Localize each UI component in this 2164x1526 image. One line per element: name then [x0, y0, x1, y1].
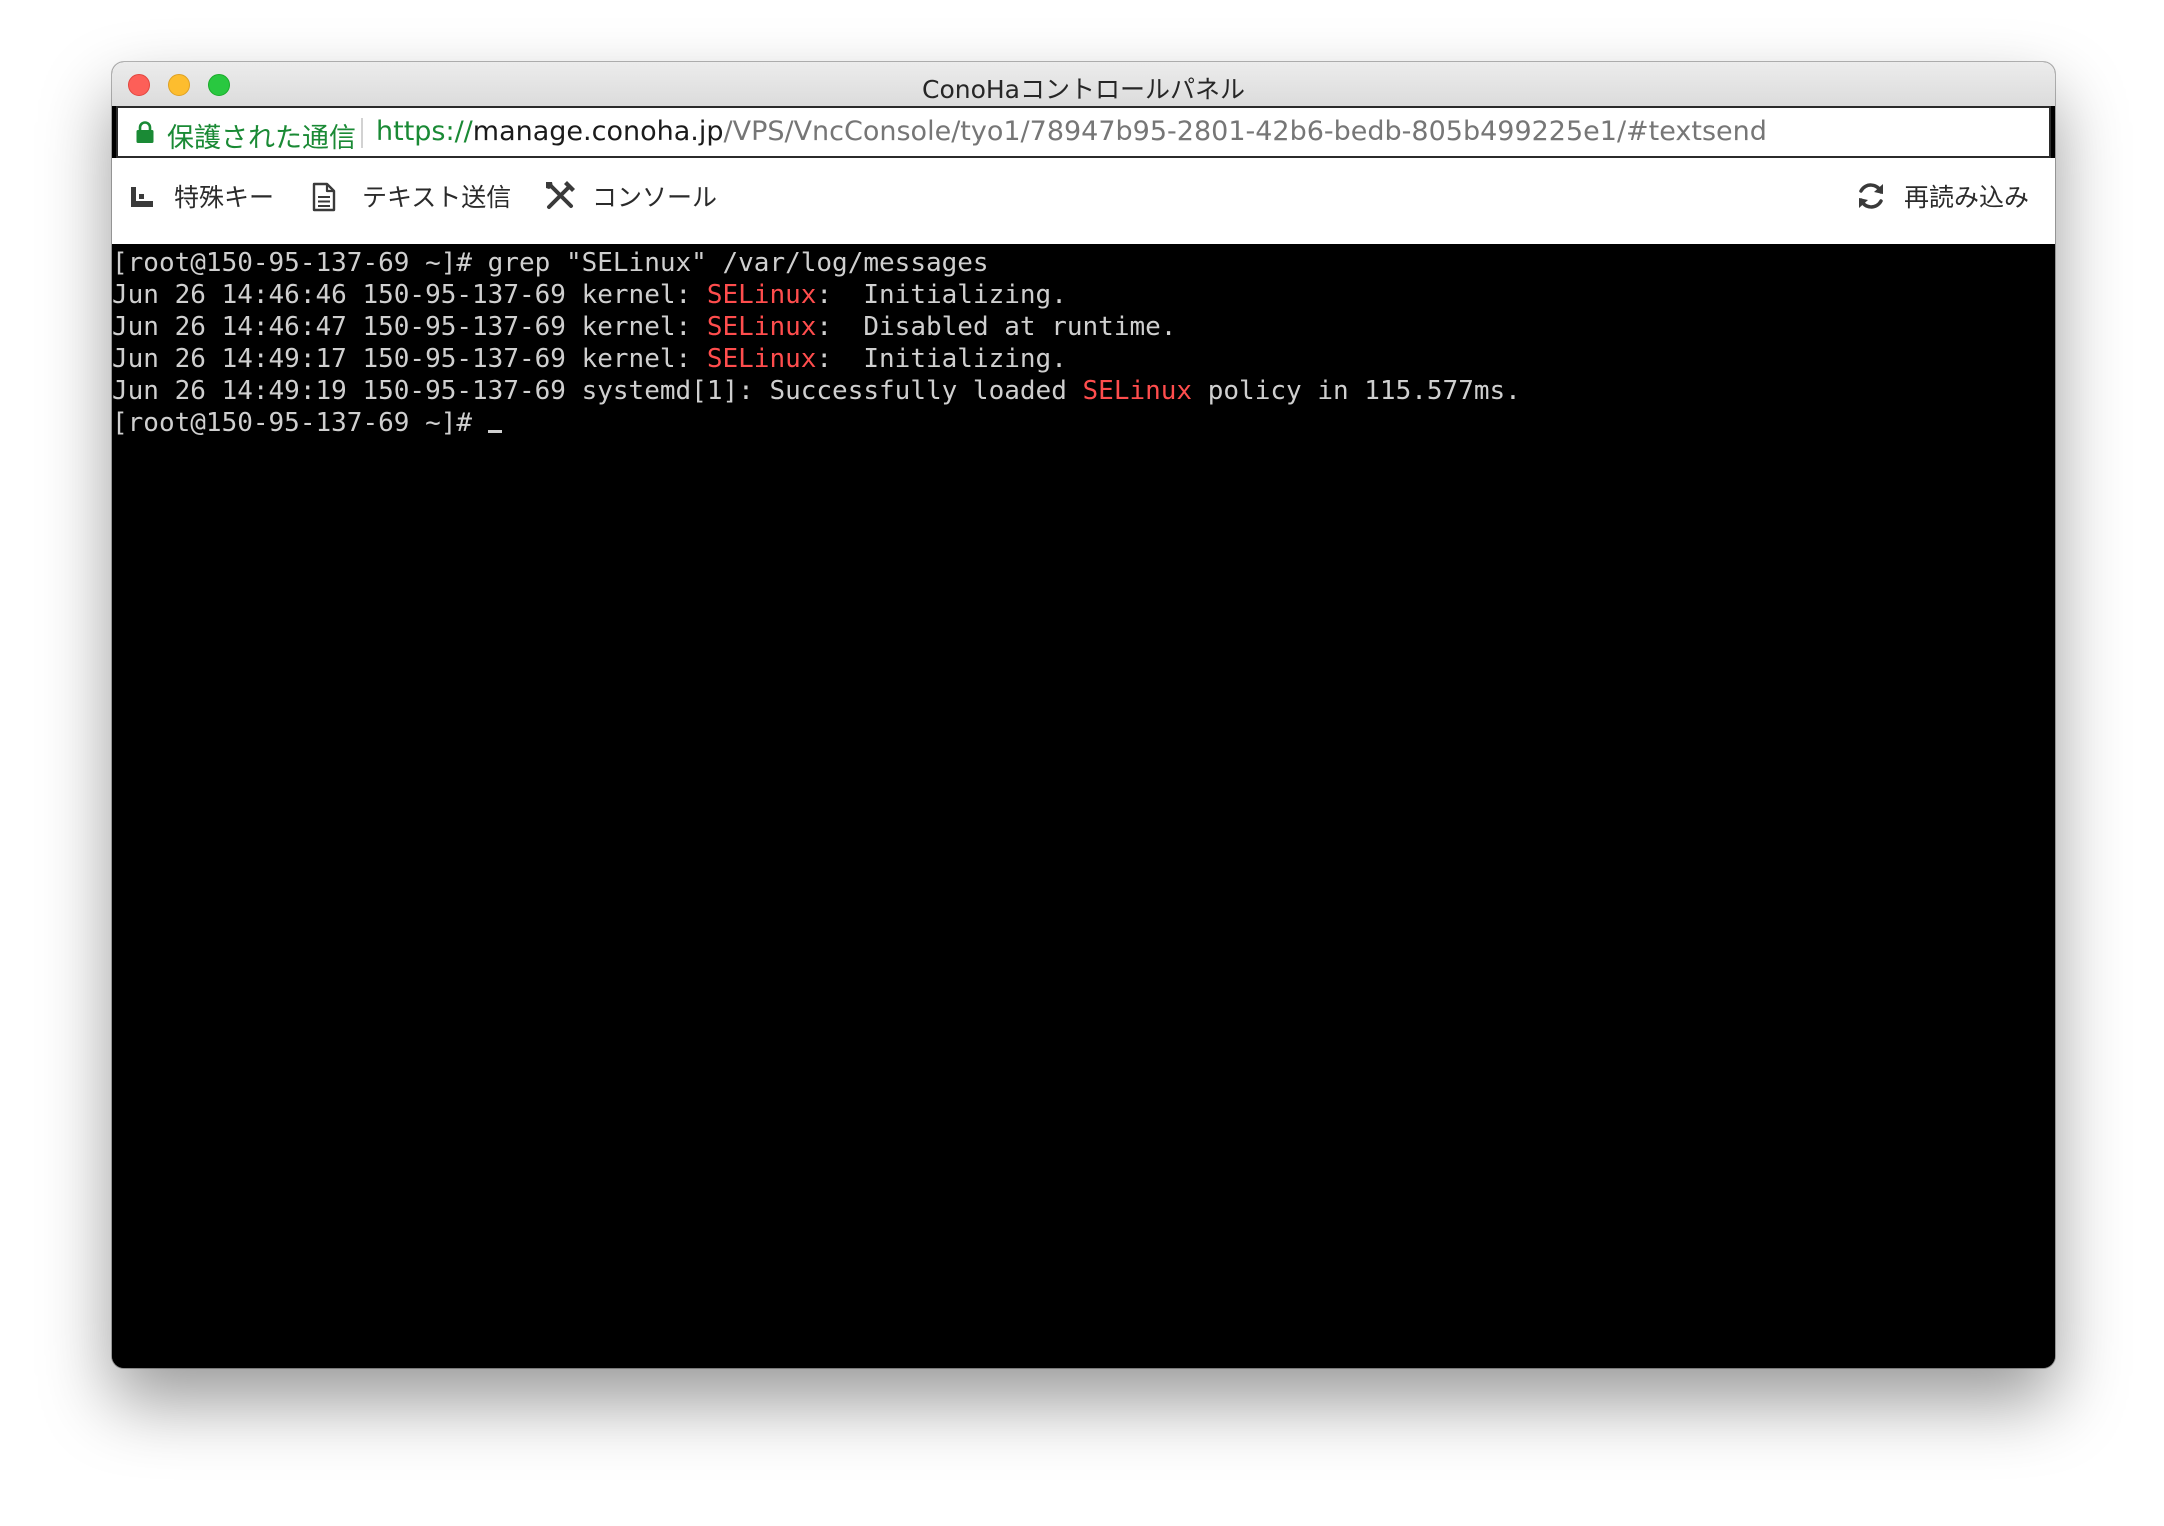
url-host: manage.conoha.jp	[472, 116, 724, 147]
send-text-button[interactable]: テキスト送信	[312, 158, 511, 238]
url-text[interactable]: https://manage.conoha.jp/VPS/VncConsole/…	[376, 116, 1767, 147]
url-path: /VPS/VncConsole/tyo1/78947b95-2801-42b6-…	[723, 116, 1767, 147]
terminal-text: Jun 26 14:49:19 150-95-137-69 systemd[1]…	[112, 376, 1083, 406]
url-scheme: https://	[376, 116, 473, 147]
terminal-cursor	[487, 430, 502, 433]
selinux-highlight: SELinux	[706, 344, 817, 374]
terminal-text: Jun 26 14:46:46 150-95-137-69 kernel:	[112, 280, 707, 310]
send-text-label: テキスト送信	[362, 183, 512, 212]
terminal-text: : Initializing.	[816, 280, 1067, 310]
console-button[interactable]: コンソール	[544, 158, 734, 238]
terminal-text: : Disabled at runtime.	[816, 312, 1177, 342]
terminal-line: Jun 26 14:46:46 150-95-137-69 kernel: SE…	[112, 279, 2055, 311]
reload-button[interactable]: 再読み込み	[1856, 158, 2041, 238]
window-title: ConoHaコントロールパネル	[921, 75, 1245, 104]
selinux-highlight: SELinux	[706, 280, 817, 310]
special-keys-label: 特殊キー	[174, 183, 275, 212]
tools-icon	[546, 181, 575, 209]
terminal-line: Jun 26 14:49:19 150-95-137-69 systemd[1]…	[112, 375, 2055, 407]
terminal-text: policy in 115.577ms.	[1192, 376, 1521, 406]
terminal-prompt: [root@150-95-137-69 ~]#	[112, 408, 488, 438]
terminal-text: Jun 26 14:49:17 150-95-137-69 kernel:	[112, 344, 707, 374]
terminal-line: Jun 26 14:49:17 150-95-137-69 kernel: SE…	[112, 343, 2055, 375]
terminal-line: [root@150-95-137-69 ~]# grep "SELinux" /…	[112, 247, 2055, 279]
address-bar[interactable]: 保護された通信 https://manage.conoha.jp/VPS/Vnc…	[116, 106, 2051, 158]
document-icon	[312, 182, 336, 212]
terminal-text: Jun 26 14:46:47 150-95-137-69 kernel:	[112, 312, 707, 342]
secure-connection-label[interactable]: 保護された通信	[167, 116, 356, 155]
address-bar-divider	[361, 118, 363, 148]
vnc-console-screen[interactable]: [root@150-95-137-69 ~]# grep "SELinux" /…	[112, 244, 2055, 1368]
lock-icon	[136, 121, 154, 143]
terminal-text: : Initializing.	[816, 344, 1067, 374]
title-bar: ConoHaコントロールパネル	[112, 62, 2055, 106]
reload-label: 再読み込み	[1904, 183, 2030, 212]
selinux-highlight: SELinux	[706, 312, 817, 342]
console-label: コンソール	[592, 183, 718, 212]
browser-window: ConoHaコントロールパネル 保護された通信 https://manage.c…	[112, 62, 2055, 1368]
keyboard-icon	[131, 187, 153, 207]
terminal-line: Jun 26 14:46:47 150-95-137-69 kernel: SE…	[112, 311, 2055, 343]
reload-icon	[1859, 183, 1883, 209]
selinux-highlight: SELinux	[1082, 376, 1193, 406]
special-keys-button[interactable]: 特殊キー	[130, 158, 280, 238]
terminal-line: [root@150-95-137-69 ~]#	[112, 407, 2055, 439]
terminal-text: [root@150-95-137-69 ~]# grep "SELinux" /…	[112, 248, 989, 278]
